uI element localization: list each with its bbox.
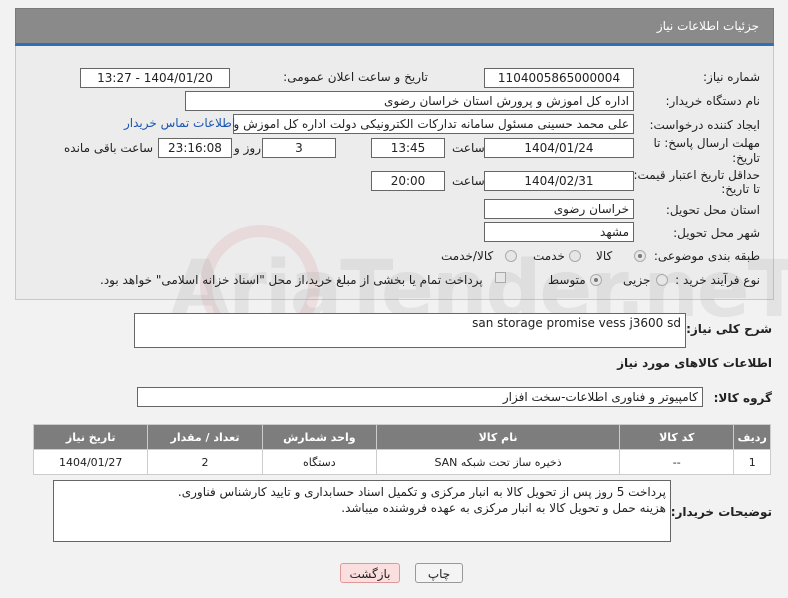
province-label: استان محل تحویل: <box>665 203 760 217</box>
col-unit: واحد شمارش <box>261 424 378 450</box>
province-field[interactable]: خراسان رضوی <box>484 199 634 219</box>
process-option-medium: متوسط <box>548 273 586 287</box>
deadline-time-label: ساعت <box>452 141 485 155</box>
remaining-time-field[interactable]: 23:16:08 <box>158 138 232 158</box>
buyer-org-field[interactable]: اداره کل اموزش و پرورش استان خراسان رضوی <box>185 91 634 111</box>
validity-label-1: حداقل تاریخ اعتبار قیمت: <box>633 168 760 182</box>
need-number-field[interactable]: 1104005865000004 <box>484 68 634 88</box>
col-code: کد کالا <box>619 424 735 450</box>
goods-group-label: گروه کالا: <box>713 391 772 405</box>
buyer-notes-line-2: هزینه حمل و تحویل کالا به انبار مرکزی به… <box>341 501 666 515</box>
category-radio-both[interactable] <box>505 250 517 262</box>
goods-table: ردیف کد کالا نام کالا واحد شمارش تعداد /… <box>32 424 771 475</box>
announce-field[interactable]: 1404/01/20 - 13:27 <box>80 68 230 88</box>
cell-date: 1404/01/27 <box>32 449 149 475</box>
col-qty: تعداد / مقدار <box>147 424 263 450</box>
category-label: طبقه بندی موضوعی: <box>653 249 760 263</box>
buyer-org-label: نام دستگاه خریدار: <box>665 94 761 108</box>
process-option-minor: جزیی <box>623 273 651 287</box>
remaining-label: ساعت باقی مانده <box>64 141 154 155</box>
table-row[interactable]: 1 -- ذخیره ساز تحت شبکه SAN دستگاه 2 140… <box>32 449 771 475</box>
category-option-service: خدمت <box>533 249 565 263</box>
description-field[interactable]: san storage promise vess j3600 sd <box>134 313 686 348</box>
category-option-both: کالا/خدمت <box>441 249 494 263</box>
validity-time-field[interactable]: 20:00 <box>371 171 445 191</box>
buyer-contact-link[interactable]: اطلاعات تماس خریدار <box>124 116 235 130</box>
cell-code: -- <box>619 449 735 475</box>
category-radio-goods[interactable] <box>634 250 646 262</box>
deadline-label-1: مهلت ارسال پاسخ: تا <box>653 136 760 150</box>
deadline-date-field[interactable]: 1404/01/24 <box>484 138 634 158</box>
page-header: جزئیات اطلاعات نیاز <box>15 8 774 46</box>
back-button[interactable]: بازگشت <box>340 563 400 583</box>
treasury-checkbox[interactable] <box>495 272 506 283</box>
cell-name: ذخیره ساز تحت شبکه SAN <box>375 449 621 475</box>
goods-group-field[interactable]: کامپیوتر و فناوری اطلاعات-سخت افزار <box>137 387 703 407</box>
cell-qty: 2 <box>147 449 263 475</box>
col-date: تاریخ نیاز <box>32 424 149 450</box>
process-label: نوع فرآیند خرید : <box>675 273 760 287</box>
days-label: روز و <box>234 141 261 155</box>
category-option-goods: کالا <box>596 249 613 263</box>
goods-section-title: اطلاعات کالاهای مورد نیاز <box>617 356 772 370</box>
need-number-label: شماره نیاز: <box>703 70 760 84</box>
validity-time-label: ساعت <box>452 174 485 188</box>
payment-note: پرداخت تمام یا بخشی از مبلغ خرید،از محل … <box>100 273 483 287</box>
announce-label: تاریخ و ساعت اعلان عمومی: <box>283 70 428 84</box>
page-title: جزئیات اطلاعات نیاز <box>656 19 759 33</box>
category-radio-service[interactable] <box>569 250 581 262</box>
city-field[interactable]: مشهد <box>484 222 634 242</box>
validity-label-2: تا تاریخ: <box>721 182 760 196</box>
description-label: شرح کلی نیاز: <box>686 322 772 336</box>
days-field[interactable]: 3 <box>262 138 336 158</box>
col-row: ردیف <box>733 424 771 450</box>
cell-unit: دستگاه <box>261 449 378 475</box>
process-radio-medium[interactable] <box>590 274 602 286</box>
creator-label: ایجاد کننده درخواست: <box>649 118 760 132</box>
table-header-row: ردیف کد کالا نام کالا واحد شمارش تعداد /… <box>32 424 771 450</box>
creator-field[interactable]: علی محمد حسینی مسئول سامانه تدارکات الکت… <box>233 114 634 134</box>
deadline-time-field[interactable]: 13:45 <box>371 138 445 158</box>
print-button[interactable]: چاپ <box>415 563 463 583</box>
cell-row: 1 <box>733 449 771 475</box>
deadline-label-2: تاریخ: <box>732 151 760 165</box>
validity-date-field[interactable]: 1404/02/31 <box>484 171 634 191</box>
buyer-notes-label: توضیحات خریدار: <box>670 505 772 519</box>
buyer-notes-line-1: پرداخت 5 روز پس از تحویل کالا به انبار م… <box>177 485 666 499</box>
city-label: شهر محل تحویل: <box>673 226 760 240</box>
buyer-notes-field[interactable]: پرداخت 5 روز پس از تحویل کالا به انبار م… <box>53 480 671 542</box>
col-name: نام کالا <box>375 424 621 450</box>
process-radio-minor[interactable] <box>656 274 668 286</box>
